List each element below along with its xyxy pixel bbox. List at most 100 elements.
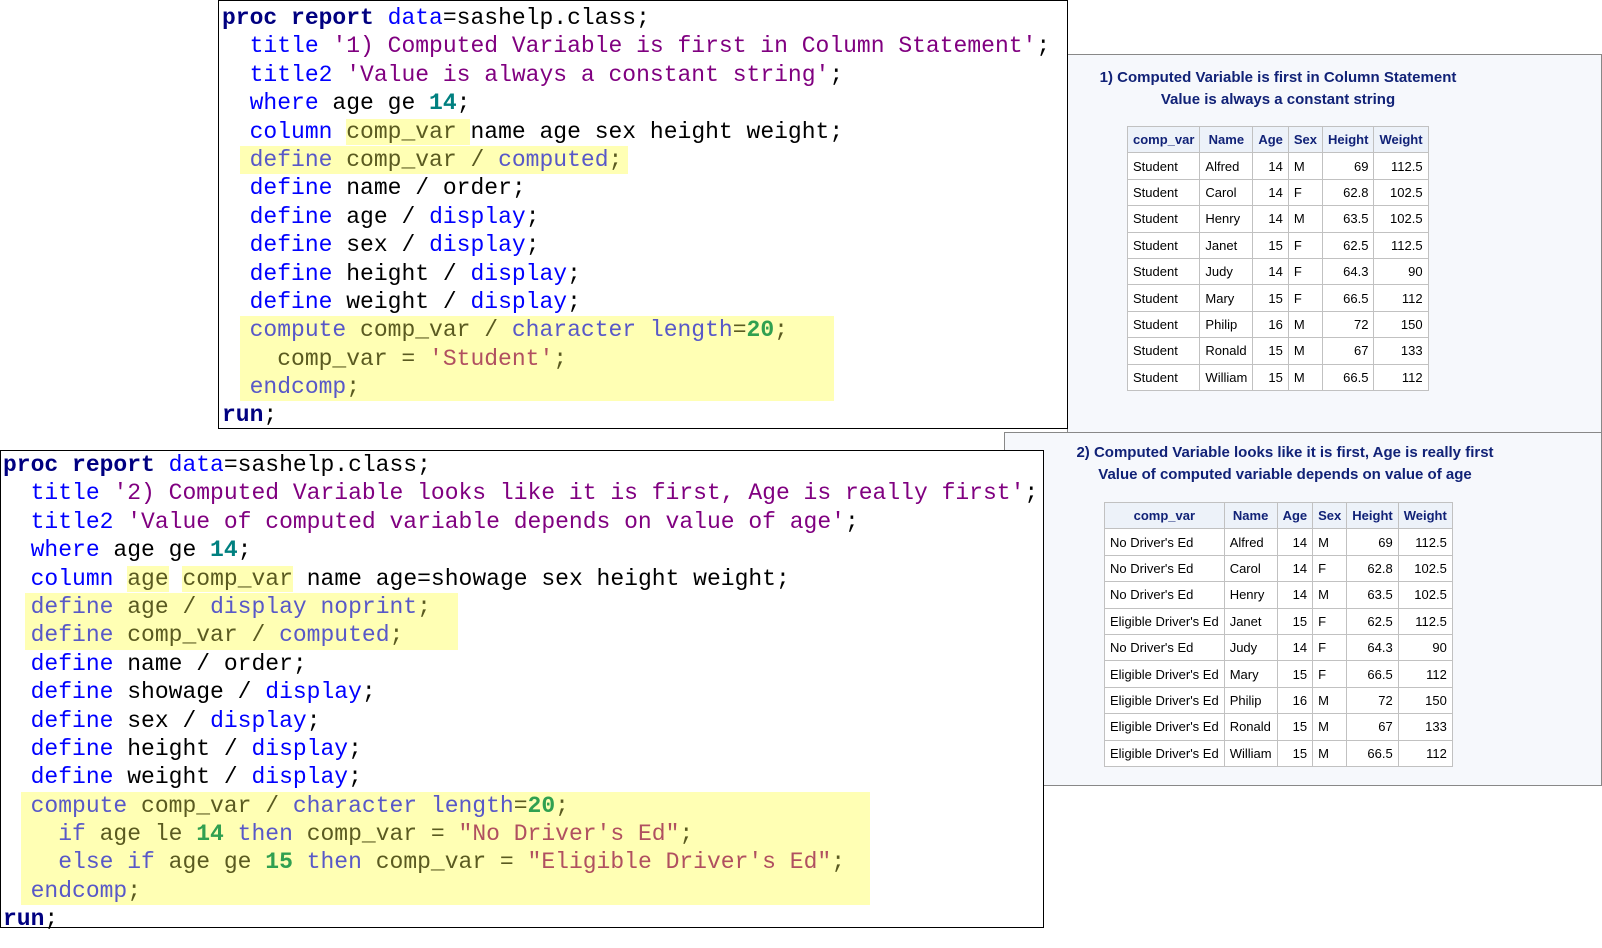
- code-line: title2 'Value is always a constant strin…: [219, 61, 1067, 89]
- code-token: name age=showage sex height weight;: [292, 565, 790, 592]
- code-token: weight /: [113, 764, 252, 791]
- table-cell: 112.5: [1373, 152, 1429, 180]
- table-cell: 72: [1346, 686, 1399, 715]
- code-token: data: [168, 452, 224, 478]
- title-line-2: Value of computed variable depends on va…: [1098, 466, 1472, 483]
- code-line: column age comp_var name age=showage sex…: [1, 565, 1043, 593]
- column-header: Sex: [1287, 125, 1324, 154]
- code-line: define height / display;: [1, 735, 1043, 763]
- code-token: proc report: [222, 5, 374, 31]
- table-cell: 133: [1373, 337, 1429, 365]
- table-cell: No Driver's Ed: [1104, 554, 1225, 583]
- table-cell: Henry: [1199, 205, 1254, 233]
- column-header: Height: [1322, 125, 1375, 154]
- code-token: comp_var /: [127, 792, 293, 819]
- table-cell: 15: [1252, 231, 1289, 259]
- code-block-2: proc report data=sashelp.class; title '2…: [0, 450, 1044, 932]
- table-cell: 102.5: [1397, 581, 1453, 609]
- table-cell: Carol: [1223, 554, 1278, 583]
- code-token: =: [732, 317, 747, 344]
- code-token: display: [251, 764, 349, 791]
- table-cell: M: [1312, 686, 1348, 715]
- table-cell: Janet: [1199, 231, 1254, 259]
- report-table: comp_var Name Age Sex Height Weight Student Alf…: [1126, 125, 1429, 391]
- table-cell: Eligible Driver's Ed: [1104, 607, 1225, 635]
- column-header: Age: [1276, 501, 1314, 530]
- table-row: Eligible Driver's Ed Mary 15 F 66.5 112: [1104, 660, 1453, 688]
- table-cell: 69: [1346, 528, 1399, 556]
- column-header: Weight: [1397, 501, 1453, 530]
- table-cell: Student: [1126, 363, 1201, 391]
- code-token: title: [249, 33, 319, 60]
- table-cell: 150: [1373, 310, 1429, 339]
- table-row: Eligible Driver's Ed Janet 15 F 62.5 112.5: [1104, 607, 1453, 635]
- code-token: data: [387, 5, 443, 31]
- column-header: Sex: [1312, 501, 1348, 530]
- code-token: title2: [30, 508, 114, 535]
- code-line: where age ge 14;: [219, 89, 1067, 117]
- table-row: Student Mary 15 F 66.5 112: [1126, 284, 1429, 312]
- code-token: define: [30, 622, 114, 649]
- code-token: display: [210, 707, 307, 734]
- code-token: comp_var /: [346, 317, 512, 344]
- code-token: define: [249, 288, 333, 315]
- code-line: define comp_var / computed;: [219, 145, 1067, 175]
- code-token: '1) Computed Variable is first in Column…: [332, 33, 1037, 60]
- code-line: define age / display;: [219, 203, 1067, 231]
- table-cell: 14: [1276, 528, 1314, 556]
- table-cell: 66.5: [1346, 739, 1399, 767]
- code-line: where age ge 14;: [1, 536, 1043, 564]
- code-token: 'Value is always a constant string': [346, 61, 830, 88]
- table-row: Student Judy 14 F 64.3 90: [1126, 257, 1429, 286]
- table-cell: No Driver's Ed: [1104, 528, 1225, 556]
- code-token: character length: [511, 317, 733, 344]
- table-cell: Student: [1126, 310, 1201, 339]
- code-token: ;: [389, 622, 404, 649]
- report-title: 1) Computed Variable is first in Column …: [1068, 67, 1488, 111]
- table-row: No Driver's Ed Henry 14 M 63.5 102.5: [1104, 581, 1453, 609]
- code-token: ;: [525, 203, 540, 230]
- code-token: 14: [429, 90, 457, 117]
- table-cell: 62.5: [1322, 231, 1375, 259]
- code-token: ;: [1036, 33, 1051, 60]
- code-token: column: [249, 118, 333, 145]
- code-token: ;: [127, 877, 142, 904]
- column-header: Name: [1223, 501, 1278, 530]
- code-token: comp_var: [346, 118, 471, 145]
- table-cell: M: [1287, 363, 1324, 391]
- code-token: sex /: [113, 707, 211, 734]
- code-token: display: [251, 735, 349, 762]
- code-token: computed: [279, 622, 390, 649]
- table-cell: 72: [1322, 310, 1375, 339]
- code-token: display: [429, 203, 526, 230]
- column-header: comp_var: [1104, 501, 1225, 530]
- table-cell: 14: [1276, 581, 1314, 609]
- code-token: 'Student': [429, 345, 554, 372]
- table-row: Eligible Driver's Ed Ronald 15 M 67 133: [1104, 713, 1453, 741]
- table-cell: William: [1199, 363, 1254, 391]
- table-cell: 15: [1276, 607, 1314, 635]
- code-line: define name / order;: [1, 650, 1043, 678]
- code-token: 14: [210, 537, 238, 564]
- table-cell: No Driver's Ed: [1104, 581, 1225, 609]
- table-cell: F: [1312, 633, 1348, 662]
- code-token: ;: [679, 821, 694, 848]
- table-cell: Eligible Driver's Ed: [1104, 686, 1225, 715]
- table-cell: No Driver's Ed: [1104, 633, 1225, 662]
- table-cell: 64.3: [1322, 257, 1375, 286]
- table-cell: Alfred: [1223, 528, 1278, 556]
- code-token: where: [249, 90, 319, 117]
- table-cell: M: [1287, 337, 1324, 365]
- code-token: ;: [237, 537, 252, 564]
- code-token: "No Driver's Ed": [458, 821, 680, 848]
- code-token: run: [222, 402, 264, 429]
- code-token: computed: [498, 146, 609, 173]
